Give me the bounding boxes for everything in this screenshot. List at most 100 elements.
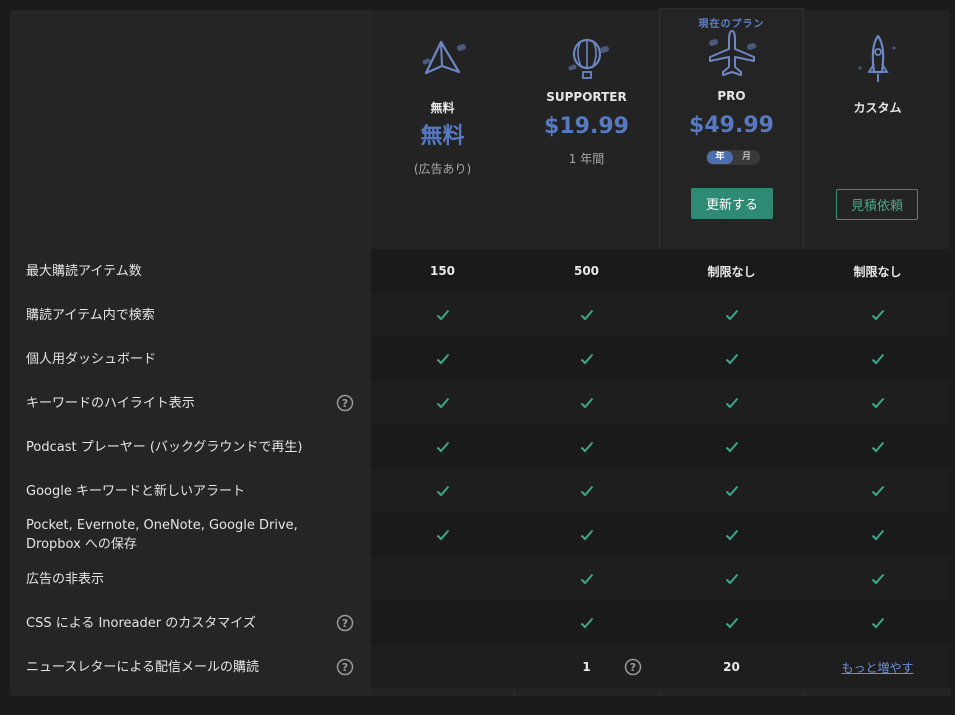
feature-label: 最大購読アイテム数 <box>10 249 371 293</box>
value-text: 1 <box>582 660 591 674</box>
check-icon <box>805 293 950 337</box>
check-icon <box>659 601 804 645</box>
feature-label: キーワードのハイライト表示? <box>10 381 371 425</box>
feature-label-text: CSS による Inoreader のカスタマイズ <box>26 615 256 631</box>
check-icon <box>659 469 804 513</box>
svg-text:?: ? <box>342 397 348 410</box>
feature-label-text: 広告の非表示 <box>26 571 105 587</box>
feature-label-text: 購読アイテム内で検索 <box>26 307 155 323</box>
check-icon <box>805 557 950 601</box>
plan-custom-header: カスタム 見積依頼 <box>805 10 950 249</box>
plan-free-price: 無料 <box>420 124 465 149</box>
feature-label: Google キーワードと新しいアラート <box>10 469 371 513</box>
svg-text:?: ? <box>342 661 348 674</box>
svg-text:?: ? <box>342 617 348 630</box>
hot-air-balloon-icon <box>568 38 609 79</box>
plan-supporter-name: SUPPORTER <box>546 90 627 104</box>
check-icon <box>659 425 804 469</box>
feature-row: CSS による Inoreader のカスタマイズ? <box>10 601 950 645</box>
check-icon <box>515 469 658 513</box>
feature-row: Pocket, Evernote, OneNote, Google Drive,… <box>10 513 950 557</box>
feature-row: キーワードのハイライト表示? <box>10 381 950 425</box>
feature-label-text: Google キーワードと新しいアラート <box>26 483 245 499</box>
check-icon <box>371 381 514 425</box>
value-text: 20 <box>723 660 740 674</box>
feature-row: 個人用ダッシュボード <box>10 337 950 381</box>
check-icon <box>515 513 658 557</box>
plan-pro-name: PRO <box>717 89 746 103</box>
check-icon <box>515 293 658 337</box>
check-icon <box>659 381 804 425</box>
billing-period-toggle[interactable]: 年 月 <box>706 150 760 165</box>
feature-label: 広告の非表示 <box>10 557 371 601</box>
plan-pro-header: 現在のプラン PRO $49.99 年 月 更新する <box>659 8 804 249</box>
plan-pro-price: $49.99 <box>689 113 774 138</box>
check-icon <box>659 557 804 601</box>
value-text: 150 <box>429 264 456 278</box>
check-icon <box>805 337 950 381</box>
check-icon <box>805 601 950 645</box>
feature-label-text: 最大購読アイテム数 <box>26 263 142 279</box>
feature-row: ニュースレターによる配信メールの購読? 1? 20 もっと増やす <box>10 645 950 689</box>
airplane-icon <box>708 30 756 76</box>
value-text: 500 <box>573 264 600 278</box>
empty-cell <box>371 645 514 689</box>
check-icon <box>515 381 658 425</box>
plan-supporter-period: 1 年間 <box>568 152 605 166</box>
request-quote-button[interactable]: 見積依頼 <box>836 189 918 220</box>
feature-label: 個人用ダッシュボード <box>10 337 371 381</box>
help-icon[interactable]: ? <box>336 614 354 632</box>
plan-supporter-header: SUPPORTER $19.99 1 年間 <box>515 10 658 249</box>
check-icon <box>515 425 658 469</box>
help-icon[interactable]: ? <box>624 658 642 676</box>
feature-table: 最大購読アイテム数 150 500 制限なし 制限なし 購読アイテム内で検索 個人用ダッシュ… <box>10 249 950 689</box>
paper-plane-icon <box>422 40 466 75</box>
feature-label: 購読アイテム内で検索 <box>10 293 371 337</box>
help-icon[interactable]: ? <box>336 658 354 676</box>
value-cell: 150 <box>371 249 514 293</box>
empty-cell <box>371 557 514 601</box>
feature-row: 購読アイテム内で検索 <box>10 293 950 337</box>
check-icon <box>659 337 804 381</box>
plan-free-header: 無料 無料 (広告あり) <box>371 10 514 249</box>
help-icon[interactable]: ? <box>336 394 354 412</box>
check-icon <box>805 469 950 513</box>
check-icon <box>805 425 950 469</box>
feature-label-text: ニュースレターによる配信メールの購読 <box>26 659 259 675</box>
feature-label-text: キーワードのハイライト表示 <box>26 395 195 411</box>
toggle-year[interactable]: 年 <box>707 151 733 164</box>
feature-label: ニュースレターによる配信メールの購読? <box>10 645 371 689</box>
check-icon <box>515 557 658 601</box>
feature-label: Pocket, Evernote, OneNote, Google Drive,… <box>10 513 371 557</box>
check-icon <box>515 337 658 381</box>
check-icon <box>805 381 950 425</box>
check-icon <box>659 293 804 337</box>
feature-label-text: Pocket, Evernote, OneNote, Google Drive,… <box>26 518 298 552</box>
plan-free-name: 無料 <box>430 101 455 115</box>
empty-cell <box>371 601 514 645</box>
feature-label: CSS による Inoreader のカスタマイズ? <box>10 601 371 645</box>
feature-row: 最大購読アイテム数 150 500 制限なし 制限なし <box>10 249 950 293</box>
plan-custom-name: カスタム <box>853 101 902 115</box>
plan-free-note: (広告あり) <box>413 162 472 176</box>
more-link[interactable]: もっと増やす <box>841 659 913 676</box>
value-cell: もっと増やす <box>805 645 950 689</box>
toggle-month[interactable]: 月 <box>734 151 759 164</box>
check-icon <box>371 513 514 557</box>
feature-row: Podcast プレーヤー (バックグラウンドで再生) <box>10 425 950 469</box>
check-icon <box>659 513 804 557</box>
plan-supporter-price: $19.99 <box>544 114 629 139</box>
value-cell: 20 <box>659 645 804 689</box>
feature-label: Podcast プレーヤー (バックグラウンドで再生) <box>10 425 371 469</box>
rocket-icon <box>857 34 896 82</box>
feature-label-text: 個人用ダッシュボード <box>26 351 157 367</box>
value-cell: 500 <box>515 249 658 293</box>
renew-button[interactable]: 更新する <box>691 188 773 219</box>
feature-row: Google キーワードと新しいアラート <box>10 469 950 513</box>
check-icon <box>515 601 658 645</box>
check-icon <box>371 337 514 381</box>
check-icon <box>371 293 514 337</box>
check-icon <box>371 469 514 513</box>
value-text: 制限なし <box>853 264 902 279</box>
check-icon <box>805 513 950 557</box>
